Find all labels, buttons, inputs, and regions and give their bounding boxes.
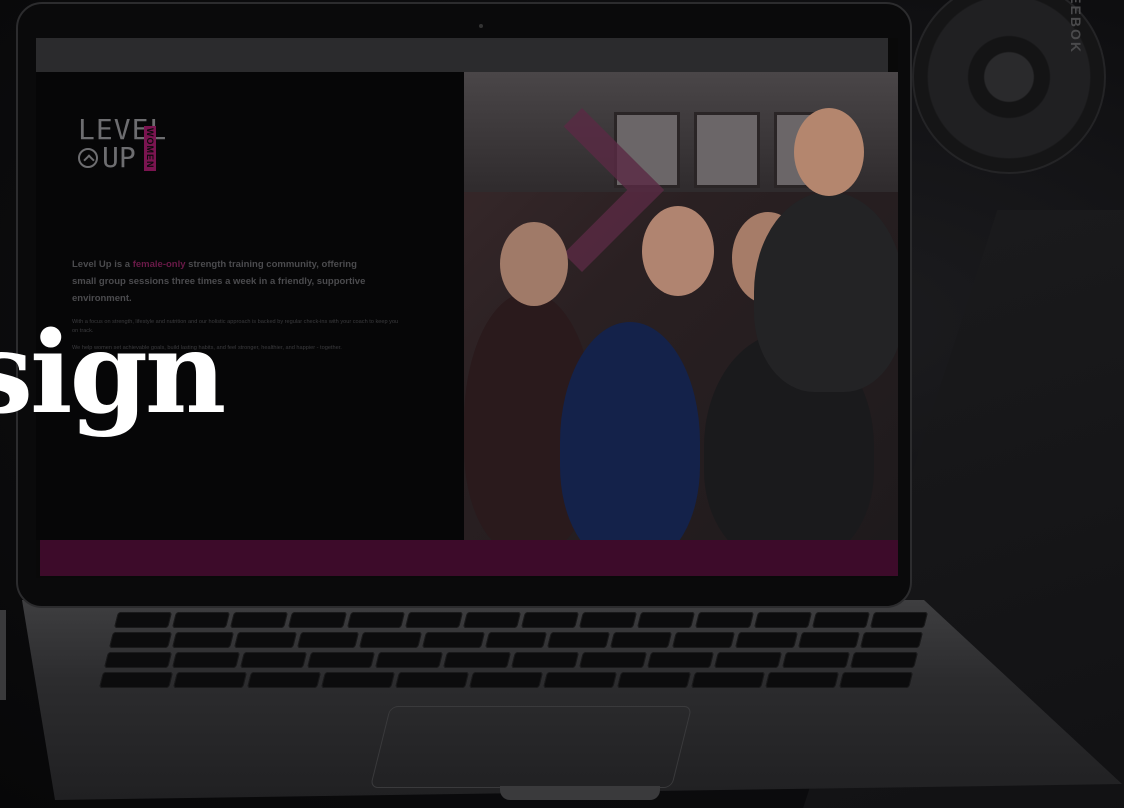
left-device-edge (0, 610, 6, 700)
chevron-up-circle-icon (78, 148, 98, 168)
laptop-base-lip (500, 786, 660, 800)
hero-photo (464, 72, 898, 540)
webcam-dot (479, 24, 483, 28)
hero-text-panel: LEVEL UP WOMEN Level Up is a female-only… (36, 72, 464, 540)
photo-scene: REEBOK LEVEL UP WOMEN Level Up is a fema… (0, 0, 1124, 808)
logo-up-text: UP (102, 141, 136, 174)
logo-women-tag: WOMEN (144, 126, 156, 171)
person-head (500, 222, 568, 306)
laptop-keyboard (95, 612, 928, 704)
intro-before-accent: Level Up is a (72, 259, 133, 270)
accent-band (40, 540, 898, 576)
weight-plate-label: REEBOK (1067, 0, 1084, 54)
person-head (642, 206, 714, 296)
browser-bar (36, 38, 888, 72)
overlay-heading: sign (0, 308, 226, 439)
person-body (754, 192, 898, 392)
intro-text: Level Up is a female-only strength train… (72, 256, 372, 307)
person-body (560, 322, 700, 540)
person-head (794, 108, 864, 196)
laptop-trackpad (369, 706, 693, 788)
gym-window (694, 112, 760, 188)
level-up-logo[interactable]: LEVEL UP WOMEN (78, 116, 167, 172)
intro-accent: female-only (132, 259, 186, 270)
